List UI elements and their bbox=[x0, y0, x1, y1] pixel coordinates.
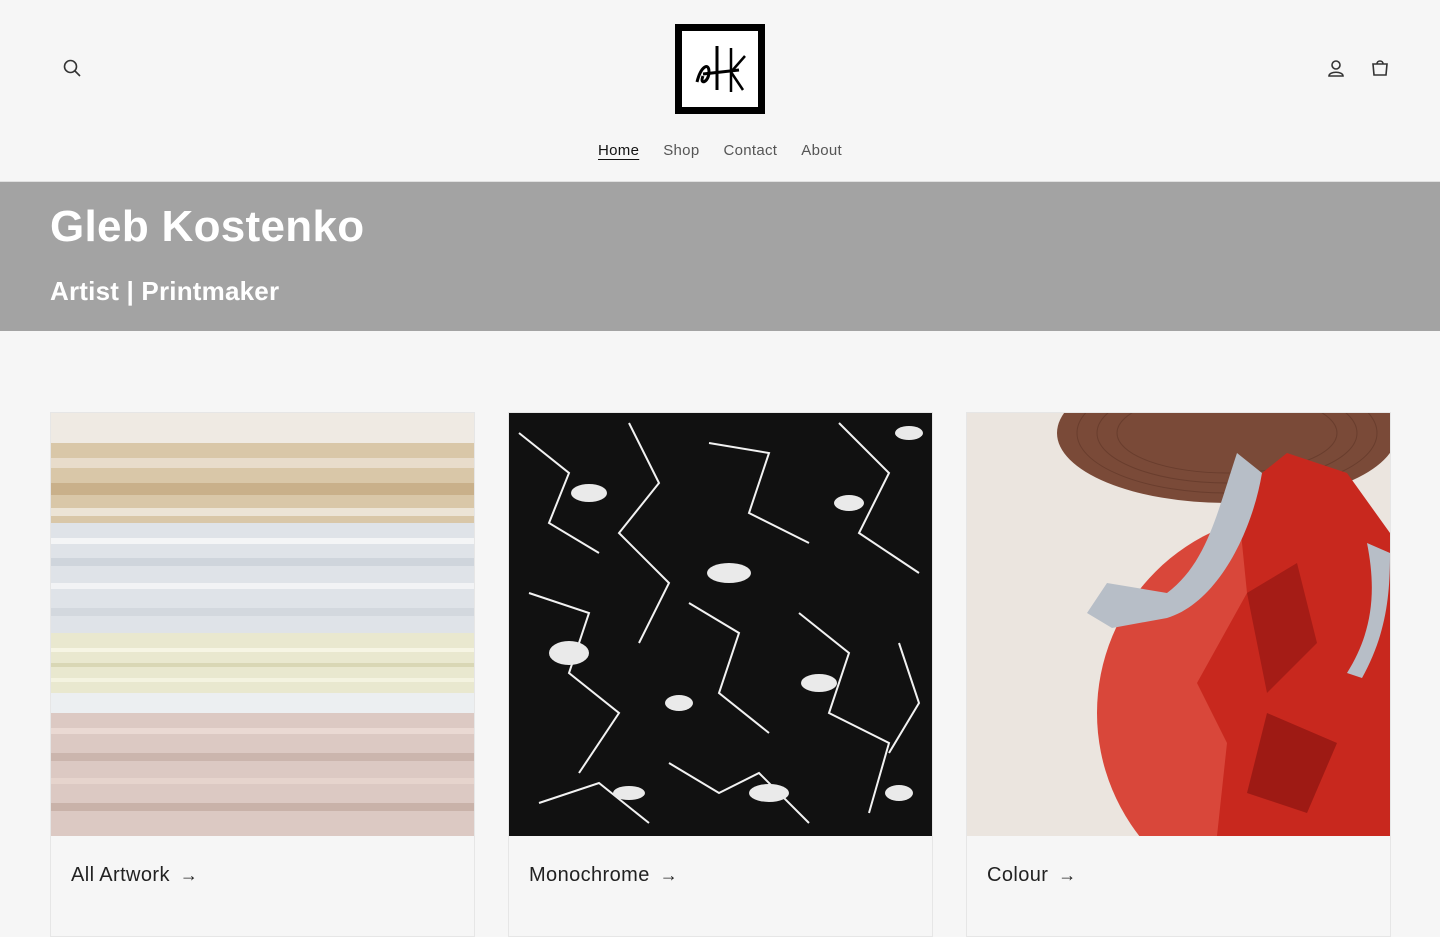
collection-label: Colour bbox=[987, 864, 1049, 886]
nav-item-about[interactable]: About bbox=[801, 142, 842, 159]
cart-icon[interactable] bbox=[1366, 54, 1394, 82]
arrow-right-icon: → bbox=[179, 865, 199, 885]
hero-banner: Gleb Kostenko Artist | Printmaker bbox=[0, 182, 1440, 331]
collection-image-monochrome-print bbox=[509, 413, 932, 836]
collection-title-all-artwork: All Artwork → bbox=[51, 836, 474, 936]
collection-title-colour: Colour → bbox=[967, 836, 1390, 936]
collection-label: All Artwork bbox=[71, 864, 170, 886]
site-header: Home Shop Contact About bbox=[0, 0, 1440, 182]
gk-monogram-logo bbox=[695, 46, 746, 92]
arrow-right-icon: → bbox=[1058, 865, 1077, 885]
nav-item-contact[interactable]: Contact bbox=[723, 142, 777, 159]
collection-card-monochrome[interactable]: Monochrome → bbox=[508, 412, 933, 937]
search-icon[interactable] bbox=[58, 54, 86, 82]
collection-card-colour[interactable]: Colour → bbox=[966, 412, 1391, 937]
account-icon[interactable] bbox=[1322, 54, 1350, 82]
main-nav: Home Shop Contact About bbox=[0, 142, 1440, 159]
collection-list: All Artwork → Monochrome → Colour → bbox=[50, 412, 1391, 937]
collection-image-colour-print bbox=[967, 413, 1390, 836]
collection-title-monochrome: Monochrome → bbox=[509, 836, 932, 936]
collection-label: Monochrome bbox=[529, 864, 650, 886]
nav-item-home[interactable]: Home bbox=[598, 142, 639, 159]
arrow-right-icon: → bbox=[659, 865, 679, 885]
collection-card-all-artwork[interactable]: All Artwork → bbox=[50, 412, 475, 937]
nav-item-shop[interactable]: Shop bbox=[663, 142, 699, 159]
hero-subtitle: Artist | Printmaker bbox=[50, 276, 280, 306]
collection-image-paper-stack bbox=[51, 413, 474, 836]
site-logo[interactable] bbox=[675, 24, 765, 114]
hero-title: Gleb Kostenko bbox=[50, 202, 365, 251]
